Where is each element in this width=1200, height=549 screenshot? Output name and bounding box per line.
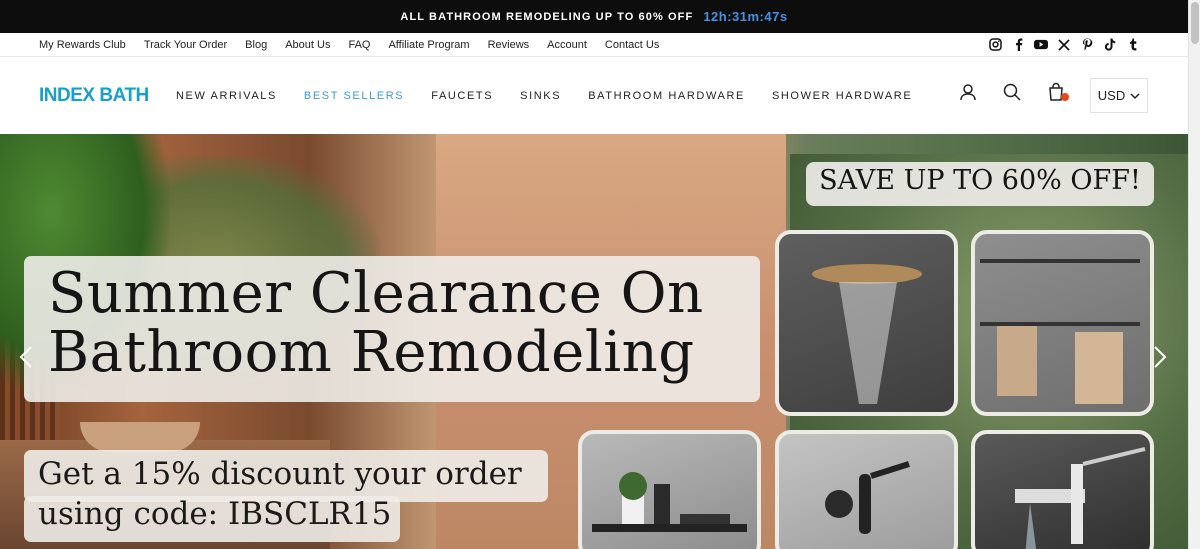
headline-line-2: Bathroom Remodeling	[48, 320, 695, 385]
nav-best-sellers[interactable]: BEST SELLERS	[304, 90, 404, 102]
account-icon[interactable]	[958, 82, 978, 102]
nav-shower-hardware[interactable]: SHOWER HARDWARE	[772, 90, 912, 102]
product-tile-bidet-sprayer	[775, 430, 958, 549]
utility-bar: My Rewards Club Track Your Order Blog Ab…	[0, 33, 1188, 57]
site-header: INDEX BATH NEW ARRIVALS BEST SELLERS FAU…	[0, 58, 1188, 134]
facebook-icon[interactable]	[1011, 38, 1025, 52]
util-link-rewards[interactable]: My Rewards Club	[39, 39, 126, 51]
header-icons	[958, 82, 1069, 102]
nav-new-arrivals[interactable]: NEW ARRIVALS	[176, 90, 277, 102]
product-tile-faucet	[971, 430, 1154, 549]
save-badge: SAVE UP TO 60% OFF!	[819, 165, 1141, 196]
util-link-account[interactable]: Account	[547, 39, 587, 51]
slider-prev-arrow[interactable]	[16, 342, 36, 372]
product-tile-shower-head	[775, 230, 958, 416]
page: ALL BATHROOM REMODELING UP TO 60% OFF 12…	[0, 0, 1200, 549]
chevron-down-icon	[1130, 88, 1140, 103]
nav-faucets[interactable]: FAUCETS	[431, 90, 493, 102]
social-links	[988, 38, 1140, 52]
product-tile-shelf	[578, 430, 761, 549]
nav-bathroom-hardware[interactable]: BATHROOM HARDWARE	[588, 90, 745, 102]
product-tile-towel-bar	[971, 230, 1154, 416]
util-link-faq[interactable]: FAQ	[348, 39, 370, 51]
util-link-contact[interactable]: Contact Us	[605, 39, 659, 51]
promo-line-2: using code: IBSCLR15	[38, 496, 392, 532]
utility-links: My Rewards Club Track Your Order Blog Ab…	[39, 39, 659, 51]
util-link-reviews[interactable]: Reviews	[488, 39, 530, 51]
util-link-about[interactable]: About Us	[285, 39, 330, 51]
cart-badge	[1061, 93, 1069, 101]
hero-headline: Summer Clearance On Bathroom Remodeling	[48, 264, 768, 382]
countdown-timer: 12h:31m:47s	[703, 9, 788, 24]
hero-basin	[80, 422, 200, 452]
currency-selector[interactable]: USD	[1090, 78, 1148, 113]
slider-next-arrow[interactable]	[1150, 342, 1170, 372]
x-icon[interactable]	[1057, 38, 1071, 52]
announcement-bar: ALL BATHROOM REMODELING UP TO 60% OFF 12…	[0, 0, 1188, 33]
tiktok-icon[interactable]	[1103, 38, 1117, 52]
main-nav: NEW ARRIVALS BEST SELLERS FAUCETS SINKS …	[176, 90, 912, 102]
util-link-track-order[interactable]: Track Your Order	[144, 39, 227, 51]
pinterest-icon[interactable]	[1080, 38, 1094, 52]
youtube-icon[interactable]	[1034, 38, 1048, 52]
tumblr-icon[interactable]	[1126, 38, 1140, 52]
promo-line-1: Get a 15% discount your order	[38, 456, 522, 492]
promo-code-text: Get a 15% discount your order using code…	[38, 454, 558, 534]
instagram-icon[interactable]	[988, 38, 1002, 52]
util-link-affiliate[interactable]: Affiliate Program	[388, 39, 469, 51]
util-link-blog[interactable]: Blog	[245, 39, 267, 51]
announcement-text: ALL BATHROOM REMODELING UP TO 60% OFF	[400, 10, 694, 23]
hero-banner[interactable]: Summer Clearance On Bathroom Remodeling …	[0, 134, 1188, 549]
site-logo[interactable]: INDEX BATH	[39, 85, 176, 107]
page-scrollbar[interactable]	[1188, 0, 1200, 549]
headline-line-1: Summer Clearance On	[48, 261, 704, 326]
search-icon[interactable]	[1002, 82, 1022, 102]
nav-sinks[interactable]: SINKS	[520, 90, 561, 102]
scrollbar-thumb[interactable]	[1191, 2, 1199, 44]
cart-icon[interactable]	[1046, 82, 1069, 102]
currency-value: USD	[1097, 88, 1126, 103]
